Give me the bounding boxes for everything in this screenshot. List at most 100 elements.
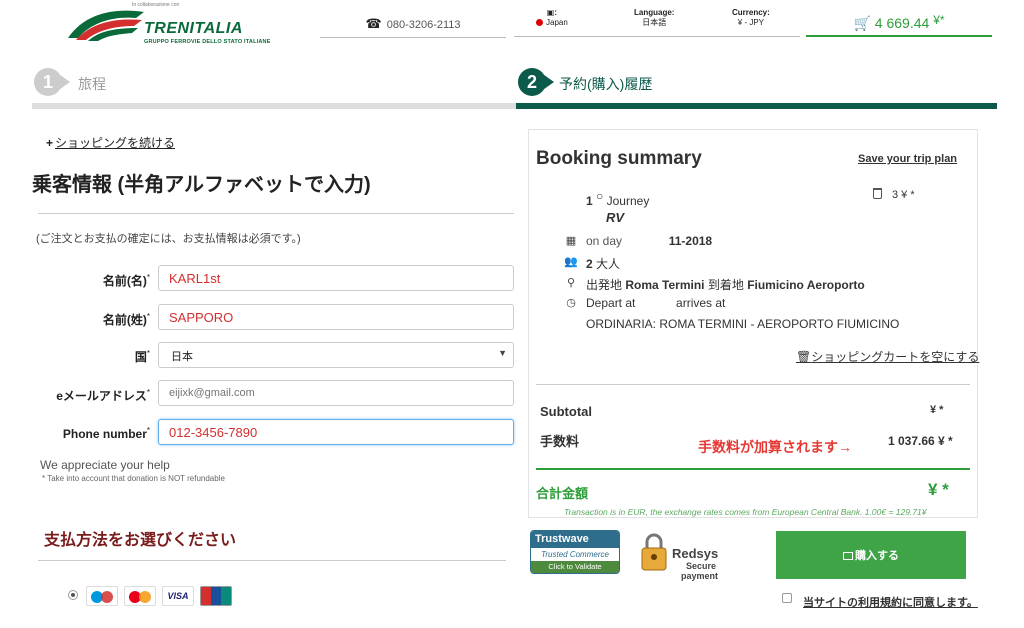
total-label: 合計金額 xyxy=(536,486,589,501)
fee-annotation: 手数料が加算されます→ xyxy=(698,439,852,455)
email-label: eメールアドレス* xyxy=(56,388,150,403)
redsys-payment: payment xyxy=(681,571,719,581)
empty-cart-link[interactable]: 🗑ショッピングカートを空にする xyxy=(796,348,979,365)
country-selector[interactable]: ▣: Japan xyxy=(536,8,568,28)
save-trip-plan-link[interactable]: Save your trip plan xyxy=(858,153,957,165)
plus-icon: + xyxy=(46,136,54,150)
depart-label: Depart at xyxy=(586,296,636,310)
language-title: Language: xyxy=(634,8,675,17)
redsys-badge: Redsys Secure payment xyxy=(640,530,730,584)
subtotal-value: ¥ * xyxy=(930,404,944,416)
total-value: ¥ * xyxy=(928,480,949,499)
logo-sub-text: GRUPPO FERROVIE DELLO STATO ITALIANE xyxy=(144,39,271,45)
visa-card-icon: VISA xyxy=(162,586,194,606)
padlock-icon xyxy=(641,533,667,571)
logo-brand-text: TRENITALIA xyxy=(144,20,243,37)
phone-icon: ☎ xyxy=(365,16,382,31)
trustwave-tagline: Trusted Commerce xyxy=(541,550,609,559)
redsys-name: Redsys xyxy=(672,546,719,561)
train-code: RV xyxy=(606,210,625,225)
clock-icon: ◷ xyxy=(566,297,576,309)
from-label: 出発地 xyxy=(586,278,623,292)
payment-divider xyxy=(38,560,506,561)
form-divider xyxy=(38,213,514,214)
logo-collab-text: In collaborazione con xyxy=(132,2,180,8)
step1-number[interactable]: 1 xyxy=(34,68,62,96)
phone-number: 080-3206-2113 xyxy=(386,19,461,31)
journey-row: 1 ○ Journey xyxy=(586,189,649,208)
journey-price: 3 ¥ * xyxy=(892,189,915,201)
email-input[interactable] xyxy=(158,380,514,406)
country-select[interactable]: 日本 ▼ xyxy=(158,342,514,368)
chevron-down-icon: ▼ xyxy=(498,348,507,358)
donation-note: * Take into account that donation is NOT… xyxy=(42,474,225,483)
currency-selector[interactable]: Currency: ¥ - JPY xyxy=(732,8,770,28)
unionpay-card-icon xyxy=(200,586,232,606)
phone-label: Phone number* xyxy=(62,426,150,441)
last-name-input[interactable] xyxy=(158,304,514,330)
first-name-input[interactable] xyxy=(158,265,514,291)
credit-card-icon xyxy=(843,552,853,560)
logo-swoosh-icon xyxy=(68,10,144,41)
fare-description: ORDINARIA: ROMA TERMINI - AEROPORTO FIUM… xyxy=(586,317,900,331)
users-icon: 👥 xyxy=(564,256,578,268)
step2-number: 2 xyxy=(518,68,546,96)
calendar-icon: ▦ xyxy=(565,235,577,247)
payment-method-title: 支払方法をお選びください xyxy=(44,532,237,549)
passenger-info-title: 乗客情報 (半角アルファベットで入力) xyxy=(32,174,371,196)
step1-label[interactable]: 旅程 xyxy=(78,74,106,94)
arrive-label: arrives at xyxy=(676,296,726,310)
passengers-count: 2 xyxy=(586,257,593,271)
mastercard-icon xyxy=(124,586,156,606)
journey-label: Journey xyxy=(606,194,650,208)
currency-title: Currency: xyxy=(732,8,770,17)
date-prefix: on day xyxy=(586,234,623,248)
continue-shopping-label: ショッピングを続ける xyxy=(55,136,176,150)
checkout-steps: 1 旅程 2 予約(購入)履歴 xyxy=(32,64,997,110)
total-divider xyxy=(536,468,970,470)
last-name-label: 名前(姓)* xyxy=(102,312,150,327)
language-selector[interactable]: Language: 日本語 xyxy=(634,8,674,28)
header-phone[interactable]: ☎ 080-3206-2113 xyxy=(320,10,506,38)
trustwave-name: Trustwave xyxy=(531,531,619,548)
cart-total: 4 669.44 xyxy=(874,15,930,31)
date-row: on day 11-2018 xyxy=(586,234,712,248)
from-station: Roma Termini xyxy=(625,278,705,292)
trustwave-badge[interactable]: Trustwave Trusted Commerce Click to Vali… xyxy=(530,530,620,574)
donation-title: We appreciate your help xyxy=(40,458,170,472)
to-station: Fiumicino Aeroporto xyxy=(747,278,865,292)
header-cart[interactable]: 🛒 4 669.44 ¥* xyxy=(806,5,992,37)
terms-link[interactable]: 当サイトの利用規約に同意します。 xyxy=(803,594,978,610)
date-value: 11-2018 xyxy=(668,234,713,248)
first-name-label: 名前(名)* xyxy=(102,273,150,288)
maestro-card-icon xyxy=(86,586,118,606)
card-payment-radio[interactable] xyxy=(68,590,78,600)
terms-checkbox[interactable] xyxy=(782,593,792,603)
phone-input[interactable] xyxy=(158,419,514,445)
country-value: Japan xyxy=(546,18,568,27)
to-label: 到着地 xyxy=(707,278,744,292)
language-value: 日本語 xyxy=(642,18,667,27)
trenitalia-logo[interactable]: In collaborazione con TRENITALIA GRUPPO … xyxy=(66,2,276,50)
subtotal-label: Subtotal xyxy=(540,404,592,419)
purchase-button[interactable]: 購入する xyxy=(776,531,966,579)
continue-shopping-link[interactable]: + ショッピングを続ける xyxy=(46,134,175,151)
booking-summary-title: Booking summary xyxy=(536,148,702,169)
flag-box-icon: ▣: xyxy=(546,8,558,17)
empty-cart-label: ショッピングカートを空にする xyxy=(811,350,980,364)
journey-pin-icon: ○ xyxy=(596,189,604,203)
summary-divider xyxy=(536,384,970,385)
passengers-row: 2 大人 xyxy=(586,255,620,272)
cart-currency: ¥* xyxy=(933,13,945,27)
step2-progress-bar xyxy=(516,103,997,109)
japan-flag-icon xyxy=(536,19,543,27)
required-note: (ご注文とお支払の確定には、お支払情報は必須です。) xyxy=(36,233,301,245)
route-row: 出発地 Roma Termini 到着地 Fiumicino Aeroporto xyxy=(586,276,865,293)
map-marker-icon: ⚲ xyxy=(566,277,576,289)
fee-value: 1 037.66 ¥ * xyxy=(888,434,953,448)
trash-small-icon: 🗑 xyxy=(796,350,812,364)
exchange-rate-note: Transaction is in EUR, the exchange rate… xyxy=(564,507,927,517)
currency-value: ¥ - JPY xyxy=(737,18,765,27)
trash-icon[interactable] xyxy=(873,188,882,199)
redsys-secure: Secure xyxy=(686,561,717,571)
